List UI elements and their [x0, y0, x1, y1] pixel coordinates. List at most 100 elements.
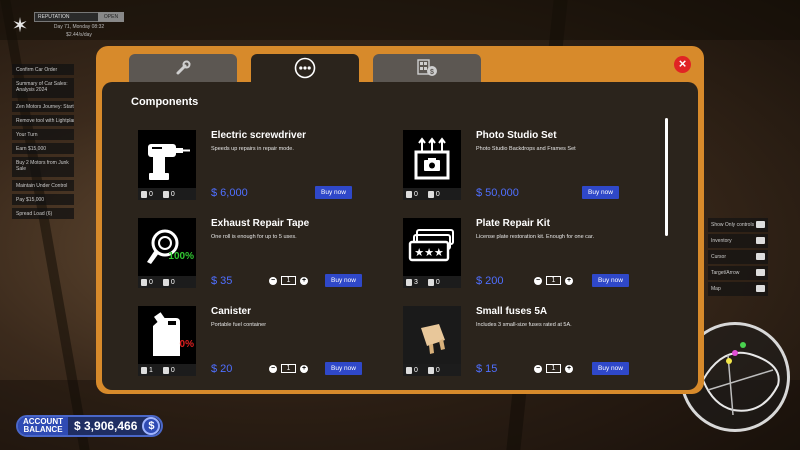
fuel-canister-icon: 0% [138, 306, 196, 364]
decrease-quantity-button[interactable]: − [269, 364, 277, 373]
quantity-stepper: − 1 + [269, 364, 308, 373]
task-item[interactable]: Earn $15,000 [12, 143, 74, 154]
inventory-icon [406, 366, 412, 374]
more-dots-icon [294, 57, 316, 79]
hint-item: Inventory [708, 234, 768, 248]
increase-quantity-button[interactable]: + [565, 276, 573, 285]
close-button[interactable]: × [674, 56, 691, 73]
quantity-value[interactable]: 1 [546, 276, 561, 285]
stock-counter: 0 0 [403, 188, 461, 200]
buy-now-button[interactable]: Buy now [325, 362, 362, 375]
buy-now-button[interactable]: Buy now [592, 362, 629, 375]
task-item[interactable]: Buy 2 Motors from Junk Sale [12, 157, 74, 177]
task-item[interactable]: Your Turn [12, 129, 74, 140]
dollar-icon: $ [142, 417, 161, 435]
inventory-icon [141, 278, 147, 286]
quantity-stepper: − 1 + [534, 364, 573, 373]
account-balance-amount: $ 3,906,466 [74, 419, 138, 433]
item-name: Photo Studio Set [476, 130, 557, 141]
account-balance-label: ACCOUNT BALANCE [18, 417, 68, 435]
storage-icon [427, 366, 434, 374]
tab-components[interactable] [251, 54, 359, 82]
reputation-panel: REPUTATION OPEN Day 71, Monday 08:32 $2.… [34, 12, 124, 48]
quantity-value[interactable]: 1 [281, 364, 296, 373]
task-list: Confirm Car Order Summary of Car Sales: … [12, 64, 74, 222]
decrease-quantity-button[interactable]: − [534, 276, 542, 285]
stock-counter: 3 0 [403, 276, 461, 288]
storage-icon [427, 278, 434, 286]
svg-text:$: $ [430, 69, 434, 76]
task-item[interactable]: Maintain Under Control [12, 180, 74, 191]
increase-quantity-button[interactable]: + [565, 364, 573, 373]
income-rate: $2.44/s/day [66, 32, 92, 38]
game-logo-icon: ✶ [11, 15, 29, 37]
storage-icon [427, 190, 434, 198]
item-name: Exhaust Repair Tape [211, 218, 310, 229]
license-plate-icon: ★★★ [403, 218, 461, 276]
shop-item-photo-studio-set: 0 0 Photo Studio Set Photo Studio Backdr… [403, 130, 651, 210]
item-price: $ 20 [211, 363, 233, 375]
property-deals-icon: $ [417, 59, 437, 76]
quantity-stepper: − 1 + [534, 276, 573, 285]
stock-counter: 1 0 [138, 364, 196, 376]
shop-item-plate-repair-kit: ★★★ 3 0 Plate Repair Kit License plate r… [403, 218, 651, 298]
item-price: $ 50,000 [476, 187, 519, 199]
hint-item: Target/Arrow [708, 266, 768, 280]
hint-item: Map [708, 282, 768, 296]
stock-counter: 0 0 [403, 364, 461, 376]
shop-item-electric-screwdriver: 0 0 Electric screwdriver Speeds up repai… [138, 130, 386, 210]
inventory-icon [141, 366, 147, 374]
quantity-value[interactable]: 1 [281, 276, 296, 285]
inventory-icon [406, 190, 412, 198]
wrench-spark-plug-icon [176, 60, 191, 75]
task-item[interactable]: Summary of Car Sales: Analysis 2024 [12, 78, 74, 98]
stock-counter: 0 0 [138, 188, 196, 200]
increase-quantity-button[interactable]: + [300, 364, 308, 373]
buy-now-button[interactable]: Buy now [325, 274, 362, 287]
tape-roll-icon: 100% [138, 218, 196, 276]
item-description: Photo Studio Backdrops and Frames Set [476, 146, 576, 152]
fuse-icon [403, 306, 461, 364]
tab-tools[interactable] [129, 54, 237, 82]
decrease-quantity-button[interactable]: − [269, 276, 277, 285]
item-name: Small fuses 5A [476, 306, 548, 317]
buy-now-button[interactable]: Buy now [582, 186, 619, 199]
task-item[interactable]: Zen Motors Journey: Start [12, 101, 74, 112]
task-item[interactable]: Spread Load (6) [12, 208, 74, 219]
photo-studio-icon [403, 130, 461, 188]
quantity-value[interactable]: 1 [546, 364, 561, 373]
item-description: One roll is enough for up to 5 uses. [211, 234, 297, 240]
item-price: $ 200 [476, 275, 504, 287]
shop-window: $ × Components 0 0 Electric screwdriver … [96, 46, 704, 394]
stock-counter: 0 0 [138, 276, 196, 288]
item-description: Includes 3 small-size fuses rated at 5A. [476, 322, 572, 328]
tab-property[interactable]: $ [373, 54, 481, 82]
hint-item: Show Only controls [708, 218, 768, 232]
inventory-icon [406, 278, 412, 286]
open-status-button[interactable]: OPEN [98, 12, 124, 22]
condition-percent: 100% [168, 251, 194, 262]
buy-now-button[interactable]: Buy now [315, 186, 352, 199]
item-name: Canister [211, 306, 252, 317]
scrollbar[interactable] [665, 118, 668, 236]
task-item[interactable]: Pay $15,000 [12, 194, 74, 205]
account-balance: ACCOUNT BALANCE $ 3,906,466 $ [16, 415, 164, 437]
buy-now-button[interactable]: Buy now [592, 274, 629, 287]
item-description: Speeds up repairs in repair mode. [211, 146, 294, 152]
shop-item-canister: 0% 1 0 Canister Portable fuel container … [138, 306, 386, 386]
item-price: $ 15 [476, 363, 498, 375]
task-item[interactable]: Remove tool with Lightplanner [12, 115, 74, 126]
control-hints-panel: Show Only controls Inventory Cursor Targ… [708, 218, 768, 298]
inventory-icon [141, 190, 147, 198]
increase-quantity-button[interactable]: + [300, 276, 308, 285]
task-item[interactable]: Confirm Car Order [12, 64, 74, 75]
storage-icon [162, 366, 169, 374]
storage-icon [162, 190, 169, 198]
decrease-quantity-button[interactable]: − [534, 364, 542, 373]
components-panel: Components 0 0 Electric screwdriver Spee… [102, 82, 698, 390]
fuel-level-percent: 0% [179, 339, 194, 350]
quantity-stepper: − 1 + [269, 276, 308, 285]
screwdriver-icon [138, 130, 196, 188]
storage-icon [162, 278, 169, 286]
hint-item: Cursor [708, 250, 768, 264]
